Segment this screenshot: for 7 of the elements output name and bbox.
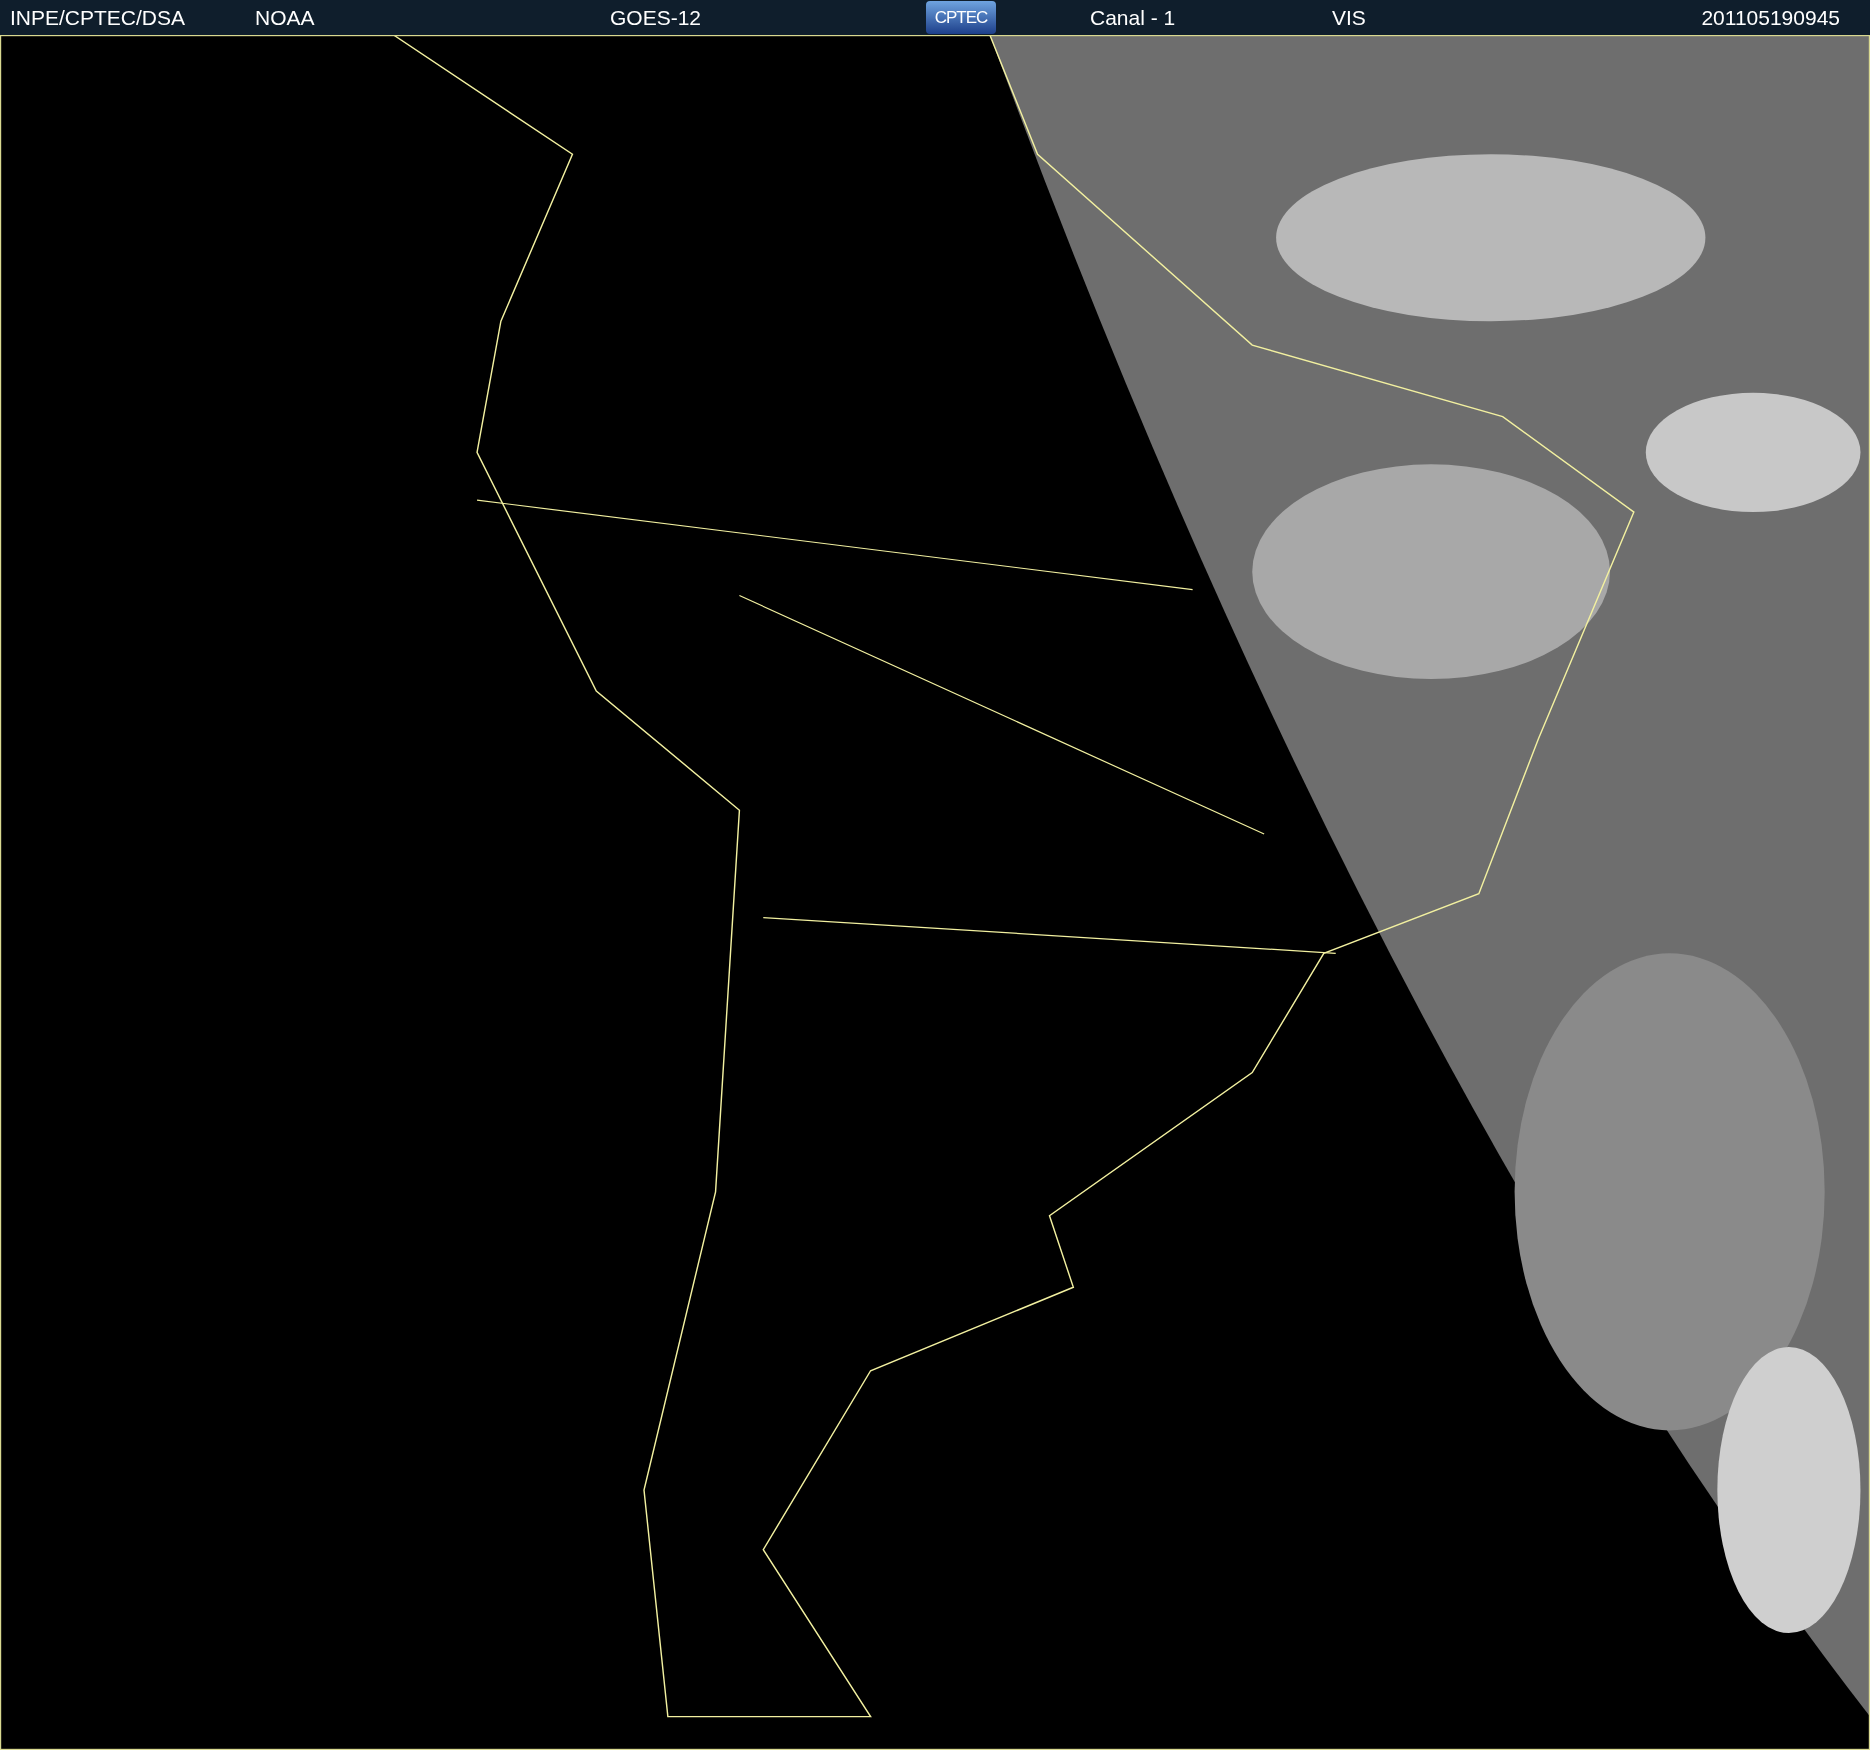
source-label: NOAA [255,4,316,31]
band-label: VIS [1332,4,1367,31]
logo: CPTEC [926,1,996,34]
timestamp-label: 201105190945 [1700,4,1840,31]
agency-label: INPE/CPTEC/DSA [10,4,187,31]
satellite-label: GOES-12 [610,4,703,31]
channel-label: Canal - 1 [1090,4,1177,31]
